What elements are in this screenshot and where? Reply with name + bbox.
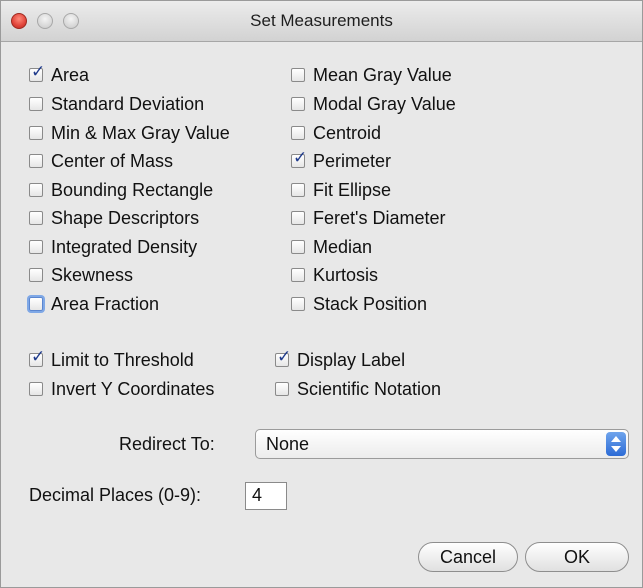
checkbox-scientific-notation[interactable]: Scientific Notation bbox=[275, 378, 441, 400]
checkbox-label: Display Label bbox=[297, 349, 406, 370]
checkbox-label: Invert Y Coordinates bbox=[51, 378, 215, 399]
checkbox-label: Fit Ellipse bbox=[313, 179, 392, 200]
checkmark-icon: ✓ bbox=[31, 347, 46, 366]
checkbox-area-fraction[interactable]: Area Fraction bbox=[29, 293, 159, 315]
checkbox-label: Median bbox=[313, 236, 373, 257]
redirect-to-label: Redirect To: bbox=[119, 434, 215, 454]
checkbox-label: Centroid bbox=[313, 122, 382, 143]
checkbox-label: Area Fraction bbox=[51, 293, 160, 314]
checkbox-label: Skewness bbox=[51, 264, 134, 285]
checkbox-box[interactable] bbox=[275, 382, 289, 396]
checkbox-bounding-rectangle[interactable]: Bounding Rectangle bbox=[29, 179, 213, 201]
checkbox-box[interactable] bbox=[291, 211, 305, 225]
checkbox-centroid[interactable]: Centroid bbox=[291, 122, 381, 144]
checkbox-label: Kurtosis bbox=[313, 264, 379, 285]
checkbox-label: Min & Max Gray Value bbox=[51, 122, 230, 143]
checkbox-standard-deviation[interactable]: Standard Deviation bbox=[29, 93, 204, 115]
checkbox-label: Scientific Notation bbox=[297, 378, 442, 399]
checkbox-stack-position[interactable]: Stack Position bbox=[291, 293, 427, 315]
checkbox-fit-ellipse[interactable]: Fit Ellipse bbox=[291, 179, 391, 201]
checkbox-box[interactable]: ✓ bbox=[29, 63, 45, 82]
checkbox-label: Shape Descriptors bbox=[51, 207, 200, 228]
checkbox-box[interactable] bbox=[29, 211, 43, 225]
checkbox-box[interactable] bbox=[29, 240, 43, 254]
checkbox-box[interactable] bbox=[291, 268, 305, 282]
checkbox-label: Standard Deviation bbox=[51, 93, 205, 114]
select-arrows-icon bbox=[606, 432, 626, 456]
checkbox-box[interactable]: ✓ bbox=[29, 348, 45, 367]
checkbox-label: Modal Gray Value bbox=[313, 93, 456, 114]
decimal-places-label: Decimal Places (0-9): bbox=[29, 485, 202, 505]
checkbox-kurtosis[interactable]: Kurtosis bbox=[291, 264, 378, 286]
checkbox-box[interactable] bbox=[29, 154, 43, 168]
checkbox-display-label[interactable]: ✓ Display Label bbox=[275, 348, 406, 371]
checkbox-label: Mean Gray Value bbox=[313, 64, 452, 85]
checkbox-box[interactable] bbox=[291, 97, 305, 111]
checkbox-box[interactable] bbox=[291, 240, 305, 254]
checkbox-label: Stack Position bbox=[313, 293, 428, 314]
checkbox-box[interactable] bbox=[291, 68, 305, 82]
checkbox-limit-to-threshold[interactable]: ✓ Limit to Threshold bbox=[29, 348, 194, 371]
checkbox-box[interactable] bbox=[29, 382, 43, 396]
checkbox-box[interactable] bbox=[29, 183, 43, 197]
checkmark-icon: ✓ bbox=[277, 347, 292, 366]
checkbox-label: Bounding Rectangle bbox=[51, 179, 214, 200]
checkbox-skewness[interactable]: Skewness bbox=[29, 264, 133, 286]
checkmark-icon: ✓ bbox=[293, 148, 308, 167]
checkbox-label: Center of Mass bbox=[51, 150, 174, 171]
checkbox-label: Feret's Diameter bbox=[313, 207, 446, 228]
checkbox-label: Integrated Density bbox=[51, 236, 198, 257]
checkbox-box[interactable] bbox=[29, 268, 43, 282]
checkbox-invert-y-coordinates[interactable]: Invert Y Coordinates bbox=[29, 378, 214, 400]
checkbox-box[interactable]: ✓ bbox=[275, 348, 291, 367]
checkbox-box[interactable] bbox=[291, 183, 305, 197]
checkbox-min-max-gray-value[interactable]: Min & Max Gray Value bbox=[29, 122, 230, 144]
checkbox-perimeter[interactable]: ✓ Perimeter bbox=[291, 149, 392, 172]
checkbox-median[interactable]: Median bbox=[291, 236, 372, 258]
checkbox-mean-gray-value[interactable]: Mean Gray Value bbox=[291, 64, 452, 86]
checkbox-box[interactable] bbox=[29, 126, 43, 140]
checkbox-box[interactable] bbox=[291, 126, 305, 140]
checkbox-shape-descriptors[interactable]: Shape Descriptors bbox=[29, 207, 199, 229]
checkbox-integrated-density[interactable]: Integrated Density bbox=[29, 236, 197, 258]
cancel-button[interactable]: Cancel bbox=[418, 542, 518, 572]
checkbox-label: Area bbox=[51, 64, 90, 85]
checkbox-box[interactable] bbox=[29, 97, 43, 111]
set-measurements-dialog: Set Measurements ✓ Area Standard Deviati… bbox=[0, 0, 643, 588]
checkbox-box[interactable] bbox=[291, 297, 305, 311]
checkbox-label: Limit to Threshold bbox=[51, 349, 194, 370]
checkbox-ferets-diameter[interactable]: Feret's Diameter bbox=[291, 207, 445, 229]
checkbox-modal-gray-value[interactable]: Modal Gray Value bbox=[291, 93, 456, 115]
window-title: Set Measurements bbox=[250, 11, 393, 30]
checkbox-box[interactable] bbox=[29, 297, 43, 311]
redirect-to-value: None bbox=[266, 434, 310, 454]
checkbox-box[interactable]: ✓ bbox=[291, 149, 307, 168]
checkbox-label: Perimeter bbox=[313, 150, 392, 171]
checkmark-icon: ✓ bbox=[31, 62, 46, 81]
checkbox-area[interactable]: ✓ Area bbox=[29, 63, 90, 86]
ok-button[interactable]: OK bbox=[525, 542, 629, 572]
checkbox-center-of-mass[interactable]: Center of Mass bbox=[29, 150, 173, 172]
redirect-to-select[interactable]: None bbox=[255, 429, 629, 459]
title-bar: Set Measurements bbox=[1, 1, 642, 42]
decimal-places-input[interactable]: 4 bbox=[245, 482, 287, 510]
